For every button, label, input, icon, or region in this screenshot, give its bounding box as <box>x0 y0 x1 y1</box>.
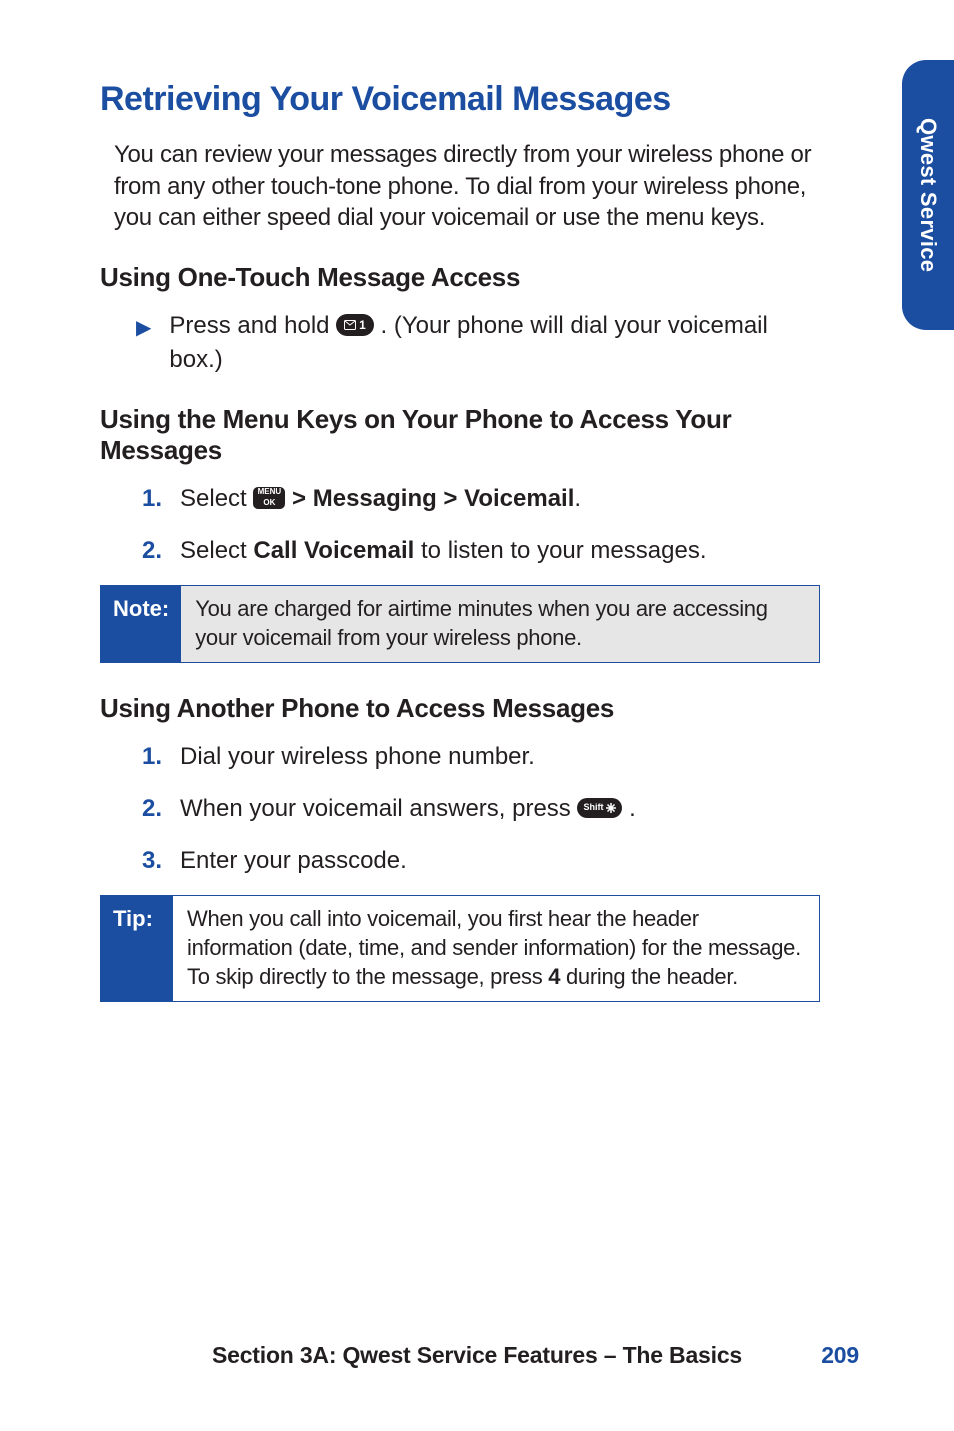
text-fragment: to listen to your messages. <box>414 537 706 564</box>
step-number: 1. <box>122 740 172 774</box>
side-tab-label: Qwest Service <box>915 118 941 272</box>
list-item: 3. Enter your passcode. <box>122 844 820 878</box>
menu-ok-key-icon: MENU OK <box>253 487 285 509</box>
key-label: Shift <box>583 803 603 812</box>
text-fragment: Select <box>180 537 253 564</box>
asterisk-icon <box>606 803 616 813</box>
step-number: 1. <box>122 482 172 516</box>
step-text: Select MENU OK > Messaging > Voicemail. <box>180 482 581 516</box>
intro-paragraph: You can review your messages directly fr… <box>114 139 820 234</box>
menu-keys-steps: 1. Select MENU OK > Messaging > Voicemai… <box>122 482 820 567</box>
text-fragment: . <box>574 485 581 512</box>
key-label: MENU <box>258 488 282 496</box>
page-title: Retrieving Your Voicemail Messages <box>100 80 820 119</box>
one-touch-text: Press and hold 1 . (Your phone will dial… <box>169 309 820 376</box>
step-number: 3. <box>122 844 172 878</box>
page-footer: Section 3A: Qwest Service Features – The… <box>0 1342 954 1369</box>
heading-another-phone: Using Another Phone to Access Messages <box>100 693 820 724</box>
list-item: 1. Dial your wireless phone number. <box>122 740 820 774</box>
key-label: 1 <box>359 319 366 331</box>
one-touch-instruction: ▶ Press and hold 1 . (Your phone will di… <box>136 309 820 376</box>
list-item: 2. When your voicemail answers, press Sh… <box>122 792 820 826</box>
heading-one-touch: Using One-Touch Message Access <box>100 262 820 293</box>
text-fragment: Press and hold <box>169 312 336 339</box>
note-body: You are charged for airtime minutes when… <box>181 586 819 662</box>
step-text: Enter your passcode. <box>180 844 407 878</box>
note-callout: Note: You are charged for airtime minute… <box>100 585 820 663</box>
tip-callout: Tip: When you call into voicemail, you f… <box>100 895 820 1002</box>
text-fragment: When your voicemail answers, press <box>180 795 577 822</box>
list-item: 2. Select Call Voicemail to listen to yo… <box>122 534 820 568</box>
step-text: Dial your wireless phone number. <box>180 740 535 774</box>
text-fragment: 4 <box>548 964 560 989</box>
content-area: Retrieving Your Voicemail Messages You c… <box>100 80 820 1002</box>
note-tag: Note: <box>101 586 181 662</box>
heading-menu-keys: Using the Menu Keys on Your Phone to Acc… <box>100 404 820 466</box>
step-number: 2. <box>122 534 172 568</box>
text-fragment: during the header. <box>560 964 738 989</box>
step-text: Select Call Voicemail to listen to your … <box>180 534 706 568</box>
document-page: Qwest Service Retrieving Your Voicemail … <box>0 0 954 1431</box>
footer-text: Section 3A: Qwest Service Features – The… <box>212 1342 742 1368</box>
step-text: When your voicemail answers, press Shift… <box>180 792 636 826</box>
tip-body: When you call into voicemail, you first … <box>173 896 819 1001</box>
text-fragment: > Messaging > Voicemail <box>292 485 574 512</box>
step-number: 2. <box>122 792 172 826</box>
text-fragment: Select <box>180 485 253 512</box>
voicemail-1-key-icon: 1 <box>336 314 374 336</box>
tip-tag: Tip: <box>101 896 173 1001</box>
side-tab: Qwest Service <box>902 60 954 330</box>
page-number: 209 <box>821 1342 859 1369</box>
key-label: OK <box>263 499 275 507</box>
envelope-icon <box>344 320 356 330</box>
text-fragment: Call Voicemail <box>253 537 414 564</box>
triangle-bullet-icon: ▶ <box>136 314 151 342</box>
text-fragment: . <box>629 795 636 822</box>
list-item: 1. Select MENU OK > Messaging > Voicemai… <box>122 482 820 516</box>
another-phone-steps: 1. Dial your wireless phone number. 2. W… <box>122 740 820 877</box>
shift-star-key-icon: Shift <box>577 798 622 818</box>
